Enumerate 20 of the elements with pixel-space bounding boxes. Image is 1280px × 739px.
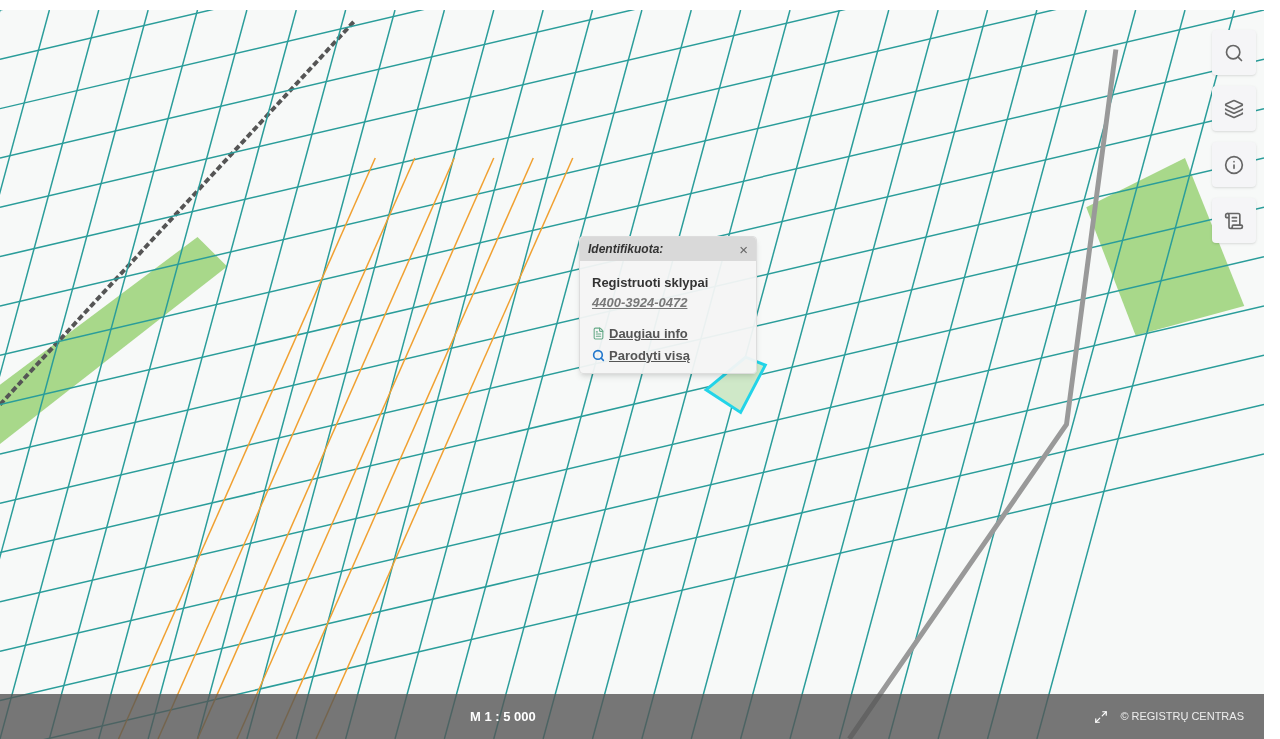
- document-icon: [592, 327, 605, 341]
- parcel-link[interactable]: 4400-3924-0472: [592, 292, 688, 312]
- scale-label: M 1 : 5 000: [470, 707, 536, 726]
- search-button[interactable]: [1212, 30, 1256, 75]
- search-icon: [1224, 42, 1244, 63]
- layers-icon: [1224, 98, 1244, 119]
- info-icon: [1224, 154, 1244, 175]
- close-button[interactable]: ×: [739, 241, 748, 257]
- popup-link[interactable]: Parodyti visą: [609, 345, 690, 365]
- fullscreen-icon[interactable]: [1094, 709, 1109, 724]
- attribution-text: © REGISTRŲ CENTRAS: [1120, 709, 1244, 725]
- popup-title: Identifikuota:: [588, 241, 664, 258]
- info-button[interactable]: [1212, 142, 1256, 187]
- popup-link[interactable]: Daugiau info: [609, 324, 688, 344]
- search-icon: [592, 348, 605, 362]
- layers-button[interactable]: [1212, 86, 1256, 131]
- map-view[interactable]: Identifikuota: × Registruoti sklypai 4400-3924-0472 Daugiau info Parodyti visą M 1 : 5 000 © REGISTRŲ CENTRAS: [0, 10, 1264, 739]
- scroll-icon: [1224, 210, 1244, 231]
- popup-heading: Registruoti sklypai: [592, 274, 710, 292]
- legend-button[interactable]: [1212, 198, 1256, 243]
